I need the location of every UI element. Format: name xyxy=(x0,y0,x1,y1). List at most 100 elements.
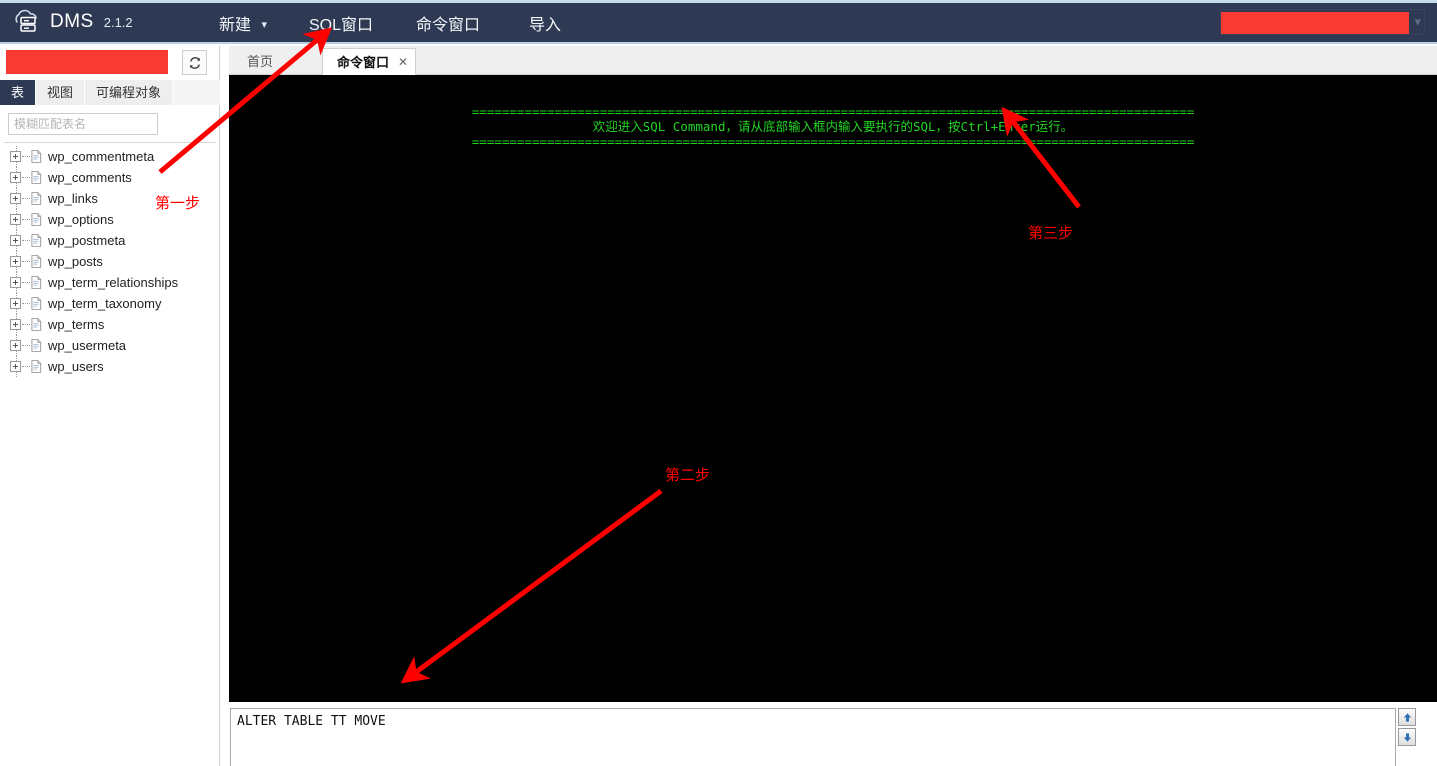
table-icon xyxy=(31,150,42,163)
table-tree-item[interactable]: wp_posts xyxy=(0,251,220,272)
tab-command-window[interactable]: 命令窗口 ✕ xyxy=(322,48,417,76)
table-icon xyxy=(31,192,42,205)
expand-icon[interactable] xyxy=(10,277,21,288)
sql-console-output[interactable]: ========================================… xyxy=(229,75,1437,702)
table-tree-item[interactable]: wp_postmeta xyxy=(0,230,220,251)
arrow-up-icon[interactable] xyxy=(1398,708,1416,726)
expand-icon[interactable] xyxy=(10,172,21,183)
cloud-database-icon xyxy=(12,9,42,35)
nav-item-command-window[interactable]: 命令窗口 xyxy=(412,9,484,37)
nav-item-command-window-label: 命令窗口 xyxy=(416,17,481,34)
tree-connector xyxy=(22,324,30,325)
object-type-tabs: 表 视图 可编程对象 xyxy=(0,80,220,105)
table-tree-item-label: wp_usermeta xyxy=(48,338,127,353)
table-tree-item-label: wp_term_relationships xyxy=(48,275,179,290)
table-tree-item[interactable]: wp_users xyxy=(0,356,220,377)
table-tree-item-label: wp_comments xyxy=(48,170,132,185)
tree-connector xyxy=(22,177,30,178)
tab-home-label: 首页 xyxy=(247,54,274,69)
table-icon xyxy=(31,213,42,226)
history-scroll-buttons xyxy=(1398,708,1416,748)
table-icon xyxy=(31,339,42,352)
table-tree-item-label: wp_posts xyxy=(48,254,103,269)
expand-icon[interactable] xyxy=(10,193,21,204)
table-filter-input[interactable] xyxy=(8,113,158,135)
table-filter-wrapper xyxy=(8,113,158,135)
console-rule-bottom: ========================================… xyxy=(471,134,1195,149)
close-icon[interactable]: ✕ xyxy=(398,49,408,76)
tab-programmable-objects[interactable]: 可编程对象 xyxy=(85,80,174,105)
chevron-down-icon: ▾ xyxy=(261,19,267,31)
expand-icon[interactable] xyxy=(10,214,21,225)
nav-item-sql-window-label: SQL窗口 xyxy=(309,17,374,34)
table-tree-item-label: wp_links xyxy=(48,191,98,206)
table-tree-item[interactable]: wp_comments xyxy=(0,167,220,188)
object-browser-sidebar: 表 视图 可编程对象 wp_commentmeta wp_comments wp_l… xyxy=(0,46,220,766)
expand-icon[interactable] xyxy=(10,319,21,330)
table-icon xyxy=(31,234,42,247)
table-tree-item[interactable]: wp_usermeta xyxy=(0,335,220,356)
top-database-selector-value-redacted xyxy=(1221,12,1409,34)
arrow-down-icon[interactable] xyxy=(1398,728,1416,746)
table-icon xyxy=(31,276,42,289)
tree-connector xyxy=(22,198,30,199)
tab-views-label: 视图 xyxy=(47,85,74,100)
nav-item-import[interactable]: 导入 xyxy=(525,9,565,37)
expand-icon[interactable] xyxy=(10,151,21,162)
table-icon xyxy=(31,171,42,184)
expand-icon[interactable] xyxy=(10,298,21,309)
sidebar-divider xyxy=(4,142,216,143)
tab-command-window-label: 命令窗口 xyxy=(337,55,390,70)
table-tree-item[interactable]: wp_terms xyxy=(0,314,220,335)
sql-input-area: ALTER TABLE TT MOVE xyxy=(229,702,1437,766)
document-tab-bar: 首页 命令窗口 ✕ xyxy=(229,46,1437,75)
table-icon xyxy=(31,360,42,373)
tab-home[interactable]: 首页 xyxy=(233,48,287,75)
table-tree-item-label: wp_commentmeta xyxy=(48,149,155,164)
table-tree-item[interactable]: wp_options xyxy=(0,209,220,230)
table-tree-item-label: wp_users xyxy=(48,359,104,374)
table-tree-item[interactable]: wp_term_taxonomy xyxy=(0,293,220,314)
table-tree-item-label: wp_term_taxonomy xyxy=(48,296,162,311)
tab-tables-label: 表 xyxy=(11,85,25,100)
nav-item-sql-window[interactable]: SQL窗口 xyxy=(305,9,377,37)
tree-connector xyxy=(22,282,30,283)
expand-icon[interactable] xyxy=(10,340,21,351)
table-tree: wp_commentmeta wp_comments wp_links wp_opti… xyxy=(0,146,220,377)
tree-connector xyxy=(22,219,30,220)
table-tree-item-label: wp_options xyxy=(48,212,114,227)
table-tree-item[interactable]: wp_links xyxy=(0,188,220,209)
top-database-selector[interactable]: ▾ xyxy=(1220,9,1425,35)
table-tree-item[interactable]: wp_commentmeta xyxy=(0,146,220,167)
console-welcome-block: ========================================… xyxy=(229,105,1437,148)
app-brand: DMS 2.1.2 xyxy=(12,5,133,39)
console-rule-top: ========================================… xyxy=(471,104,1195,119)
app-title: DMS xyxy=(50,11,94,32)
main-work-area: 首页 命令窗口 ✕ ==============================… xyxy=(229,46,1437,766)
expand-icon[interactable] xyxy=(10,256,21,267)
expand-icon[interactable] xyxy=(10,361,21,372)
tab-programmable-objects-label: 可编程对象 xyxy=(96,85,162,100)
table-tree-item[interactable]: wp_term_relationships xyxy=(0,272,220,293)
table-icon xyxy=(31,297,42,310)
nav-item-new-label: 新建 xyxy=(219,17,252,34)
tree-connector xyxy=(22,366,30,367)
console-welcome-message: 欢迎进入SQL Command，请从底部输入框内输入要执行的SQL，按Ctrl+… xyxy=(592,119,1074,134)
expand-icon[interactable] xyxy=(10,235,21,246)
table-icon xyxy=(31,255,42,268)
top-navigation-bar: DMS 2.1.2 新建 ▾ SQL窗口 命令窗口 导入 ▾ xyxy=(0,0,1437,44)
tree-connector xyxy=(22,156,30,157)
sql-input-textarea[interactable]: ALTER TABLE TT MOVE xyxy=(230,708,1396,766)
connection-name-redacted[interactable] xyxy=(6,50,168,74)
tree-connector xyxy=(22,345,30,346)
nav-item-new[interactable]: 新建 ▾ xyxy=(215,9,271,37)
tree-connector xyxy=(22,261,30,262)
tab-tables[interactable]: 表 xyxy=(0,80,37,105)
nav-item-import-label: 导入 xyxy=(529,17,562,34)
tree-connector xyxy=(22,240,30,241)
table-icon xyxy=(31,318,42,331)
tree-connector xyxy=(22,303,30,304)
tab-views[interactable]: 视图 xyxy=(36,80,86,105)
table-tree-item-label: wp_terms xyxy=(48,317,105,332)
refresh-icon[interactable] xyxy=(182,50,207,75)
